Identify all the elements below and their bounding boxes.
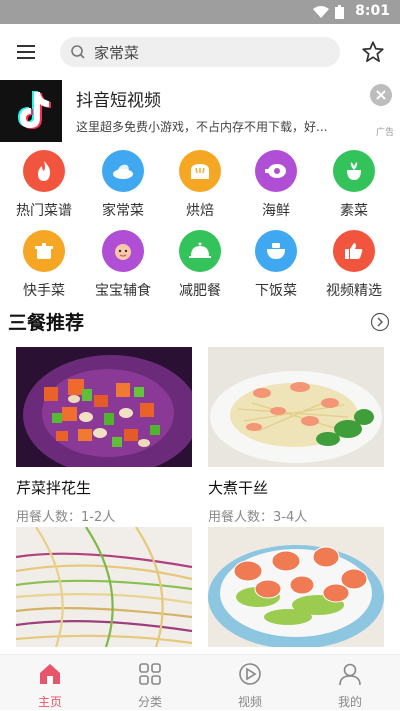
tab-label: 主页 bbox=[37, 695, 62, 709]
ad-tag: 广告 bbox=[375, 128, 394, 138]
recipe-card[interactable] bbox=[16, 527, 192, 657]
category-featured-videos[interactable]: 视频精选 bbox=[314, 230, 394, 300]
chevron-right-icon bbox=[370, 312, 390, 332]
play-icon bbox=[239, 663, 261, 685]
dish-icon bbox=[102, 150, 144, 192]
bowl-icon bbox=[255, 230, 297, 272]
category-label: 减肥餐 bbox=[179, 283, 221, 299]
wifi-icon bbox=[313, 5, 329, 18]
category-home-cooking[interactable]: 家常菜 bbox=[83, 150, 163, 220]
category-seafood[interactable]: 海鲜 bbox=[236, 150, 316, 220]
tab-home[interactable]: 主页 bbox=[0, 655, 100, 711]
category-label: 烘焙 bbox=[186, 203, 214, 219]
bottom-tab-bar: 主页 分类 视频 我的 bbox=[0, 654, 400, 710]
status-bar: 8:01 bbox=[0, 0, 400, 24]
ad-description: 这里超多免费小游戏，不占内存不用下载，好... bbox=[76, 120, 328, 134]
category-label: 宝宝辅食 bbox=[95, 283, 151, 299]
tab-videos[interactable]: 视频 bbox=[200, 655, 300, 711]
category-label: 视频精选 bbox=[326, 283, 382, 299]
category-label: 海鲜 bbox=[262, 203, 290, 219]
section-header: 三餐推荐 bbox=[0, 306, 400, 338]
tab-categories[interactable]: 分类 bbox=[100, 655, 200, 711]
ham-icon bbox=[255, 150, 297, 192]
recipe-image bbox=[16, 527, 192, 647]
category-label: 下饭菜 bbox=[255, 283, 297, 299]
recipe-servings: 用餐人数：1-2人 bbox=[16, 510, 116, 525]
star-icon bbox=[362, 41, 384, 63]
ad-close-button[interactable] bbox=[370, 84, 392, 106]
status-time: 8:01 bbox=[355, 3, 390, 19]
vegetable-icon bbox=[333, 150, 375, 192]
thumbs-up-icon bbox=[333, 230, 375, 272]
top-bar: 家常菜 bbox=[0, 24, 400, 80]
category-rice-dishes[interactable]: 下饭菜 bbox=[236, 230, 316, 300]
baby-icon bbox=[102, 230, 144, 272]
recipe-card[interactable] bbox=[208, 527, 384, 657]
section-title: 三餐推荐 bbox=[8, 312, 85, 334]
category-baking[interactable]: 烘焙 bbox=[160, 150, 240, 220]
tiktok-logo bbox=[0, 80, 62, 142]
recipe-image bbox=[16, 347, 192, 467]
battery-icon bbox=[335, 5, 344, 19]
cloche-icon bbox=[179, 230, 221, 272]
home-icon bbox=[40, 664, 60, 684]
recipe-image bbox=[208, 347, 384, 467]
category-quick-dishes[interactable]: 快手菜 bbox=[4, 230, 84, 300]
pot-icon bbox=[23, 230, 65, 272]
favorite-button[interactable] bbox=[360, 39, 386, 65]
recipe-card[interactable]: 芹菜拌花生 用餐人数：1-2人 bbox=[16, 347, 192, 525]
tab-label: 我的 bbox=[337, 695, 362, 709]
tab-label: 分类 bbox=[137, 695, 162, 709]
close-icon bbox=[376, 90, 386, 100]
search-input[interactable]: 家常菜 bbox=[60, 37, 340, 67]
grid-icon bbox=[139, 663, 161, 685]
category-baby-food[interactable]: 宝宝辅食 bbox=[83, 230, 163, 300]
section-more-button[interactable] bbox=[370, 312, 390, 332]
recipe-image bbox=[208, 527, 384, 647]
hamburger-icon bbox=[17, 45, 35, 59]
category-label: 快手菜 bbox=[23, 283, 65, 299]
ad-title: 抖音短视频 bbox=[76, 91, 161, 111]
tab-label: 视频 bbox=[237, 695, 262, 709]
category-hot-recipes[interactable]: 热门菜谱 bbox=[4, 150, 84, 220]
category-diet-meals[interactable]: 减肥餐 bbox=[160, 230, 240, 300]
recipe-servings: 用餐人数：3-4人 bbox=[208, 510, 308, 525]
ad-banner[interactable]: 抖音短视频 这里超多免费小游戏，不占内存不用下载，好... 广告 bbox=[0, 80, 400, 144]
category-label: 素菜 bbox=[340, 203, 368, 219]
category-vegetables[interactable]: 素菜 bbox=[314, 150, 394, 220]
menu-button[interactable] bbox=[14, 40, 38, 64]
recipe-name: 大煮干丝 bbox=[208, 479, 269, 497]
bread-icon bbox=[179, 150, 221, 192]
search-value: 家常菜 bbox=[94, 44, 140, 62]
status-icons bbox=[313, 5, 344, 19]
category-label: 家常菜 bbox=[102, 203, 144, 219]
tab-profile[interactable]: 我的 bbox=[300, 655, 400, 711]
recipe-card[interactable]: 大煮干丝 用餐人数：3-4人 bbox=[208, 347, 384, 525]
user-icon bbox=[339, 663, 361, 686]
fire-icon bbox=[23, 150, 65, 192]
search-icon bbox=[71, 45, 85, 59]
category-label: 热门菜谱 bbox=[16, 203, 72, 219]
recipe-name: 芹菜拌花生 bbox=[16, 479, 92, 497]
